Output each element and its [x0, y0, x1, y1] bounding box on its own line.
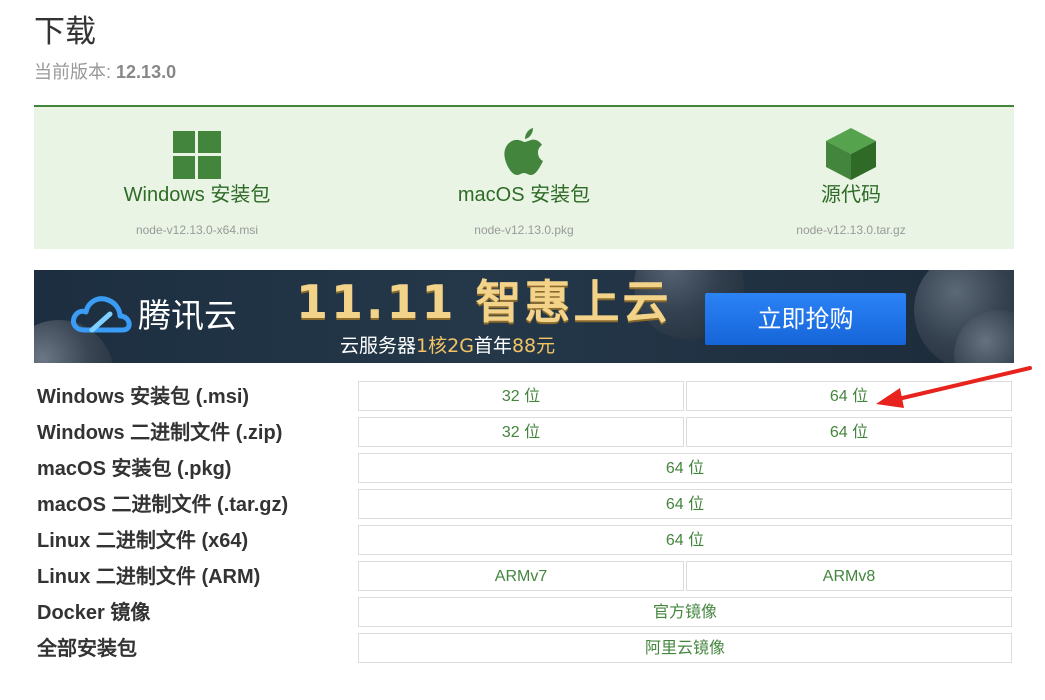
table-row: macOS 安装包 (.pkg) 64 位: [34, 451, 1014, 484]
promo-sub-middle: 首年: [473, 335, 512, 357]
page-title: 下载: [34, 14, 96, 50]
download-panel: Windows 安装包 node-v12.13.0-x64.msi macOS …: [34, 105, 1014, 249]
download-link[interactable]: 官方镜像: [358, 597, 1012, 627]
windows-installer-card[interactable]: Windows 安装包 node-v12.13.0-x64.msi: [34, 107, 360, 249]
source-code-card[interactable]: 源代码 node-v12.13.0.tar.gz: [688, 107, 1014, 249]
row-label: Docker 镜像: [37, 602, 151, 624]
promo-sub-prefix: 云服务器: [340, 335, 417, 357]
row-label: Windows 二进制文件 (.zip): [37, 422, 283, 444]
download-link[interactable]: 64 位: [686, 381, 1012, 411]
download-link[interactable]: ARMv7: [358, 561, 684, 591]
table-row: Windows 二进制文件 (.zip) 32 位 64 位: [34, 415, 1014, 448]
source-code-label: 源代码: [821, 184, 881, 206]
row-label: macOS 安装包 (.pkg): [37, 458, 232, 480]
download-link[interactable]: ARMv8: [686, 561, 1012, 591]
download-link[interactable]: 32 位: [358, 381, 684, 411]
promo-sub-highlight: 1核2G: [416, 335, 474, 357]
version-label: 当前版本:: [34, 62, 112, 82]
download-link[interactable]: 64 位: [358, 525, 1012, 555]
table-row: 全部安装包 阿里云镜像: [34, 631, 1014, 664]
download-link[interactable]: 64 位: [358, 489, 1012, 519]
cube-icon: [826, 128, 876, 180]
row-label: macOS 二进制文件 (.tar.gz): [37, 494, 289, 516]
promo-title: 11.11 智惠上云: [296, 275, 672, 329]
row-label: Linux 二进制文件 (ARM): [37, 566, 261, 588]
row-label: 全部安装包: [37, 638, 137, 660]
tencent-cloud-brand: 腾讯云: [138, 296, 237, 335]
promo-banner[interactable]: 腾讯云 11.11 智惠上云 云服务器1核2G首年88元 立即抢购: [34, 270, 1014, 363]
table-row: Linux 二进制文件 (x64) 64 位: [34, 523, 1014, 556]
macos-installer-label: macOS 安装包: [457, 184, 591, 206]
macos-installer-card[interactable]: macOS 安装包 node-v12.13.0.pkg: [361, 107, 687, 249]
table-row: Linux 二进制文件 (ARM) ARMv7 ARMv8: [34, 559, 1014, 592]
version-number: 12.13.0: [116, 62, 177, 82]
download-link[interactable]: 32 位: [358, 417, 684, 447]
tencent-cloud-logo-icon: [71, 296, 132, 333]
buy-now-button[interactable]: 立即抢购: [705, 293, 906, 345]
macos-installer-file: node-v12.13.0.pkg: [474, 223, 574, 237]
windows-installer-label: Windows 安装包: [123, 184, 271, 206]
download-link[interactable]: 阿里云镜像: [358, 633, 1012, 663]
windows-logo-icon: [173, 131, 221, 179]
download-link[interactable]: 64 位: [686, 417, 1012, 447]
promo-sub-price: 88元: [511, 335, 556, 357]
table-row: Docker 镜像 官方镜像: [34, 595, 1014, 628]
promo-subtitle: 云服务器1核2G首年88元: [340, 333, 555, 359]
current-version: 当前版本: 12.13.0: [34, 60, 176, 84]
row-label: Linux 二进制文件 (x64): [37, 530, 249, 552]
windows-installer-file: node-v12.13.0-x64.msi: [135, 223, 259, 237]
table-row: Windows 安装包 (.msi) 32 位 64 位: [34, 379, 1014, 412]
download-link[interactable]: 64 位: [358, 453, 1012, 483]
table-row: macOS 二进制文件 (.tar.gz) 64 位: [34, 487, 1014, 520]
source-code-file: node-v12.13.0.tar.gz: [796, 223, 906, 237]
apple-logo-icon: [504, 128, 543, 175]
row-label: Windows 安装包 (.msi): [37, 386, 250, 408]
